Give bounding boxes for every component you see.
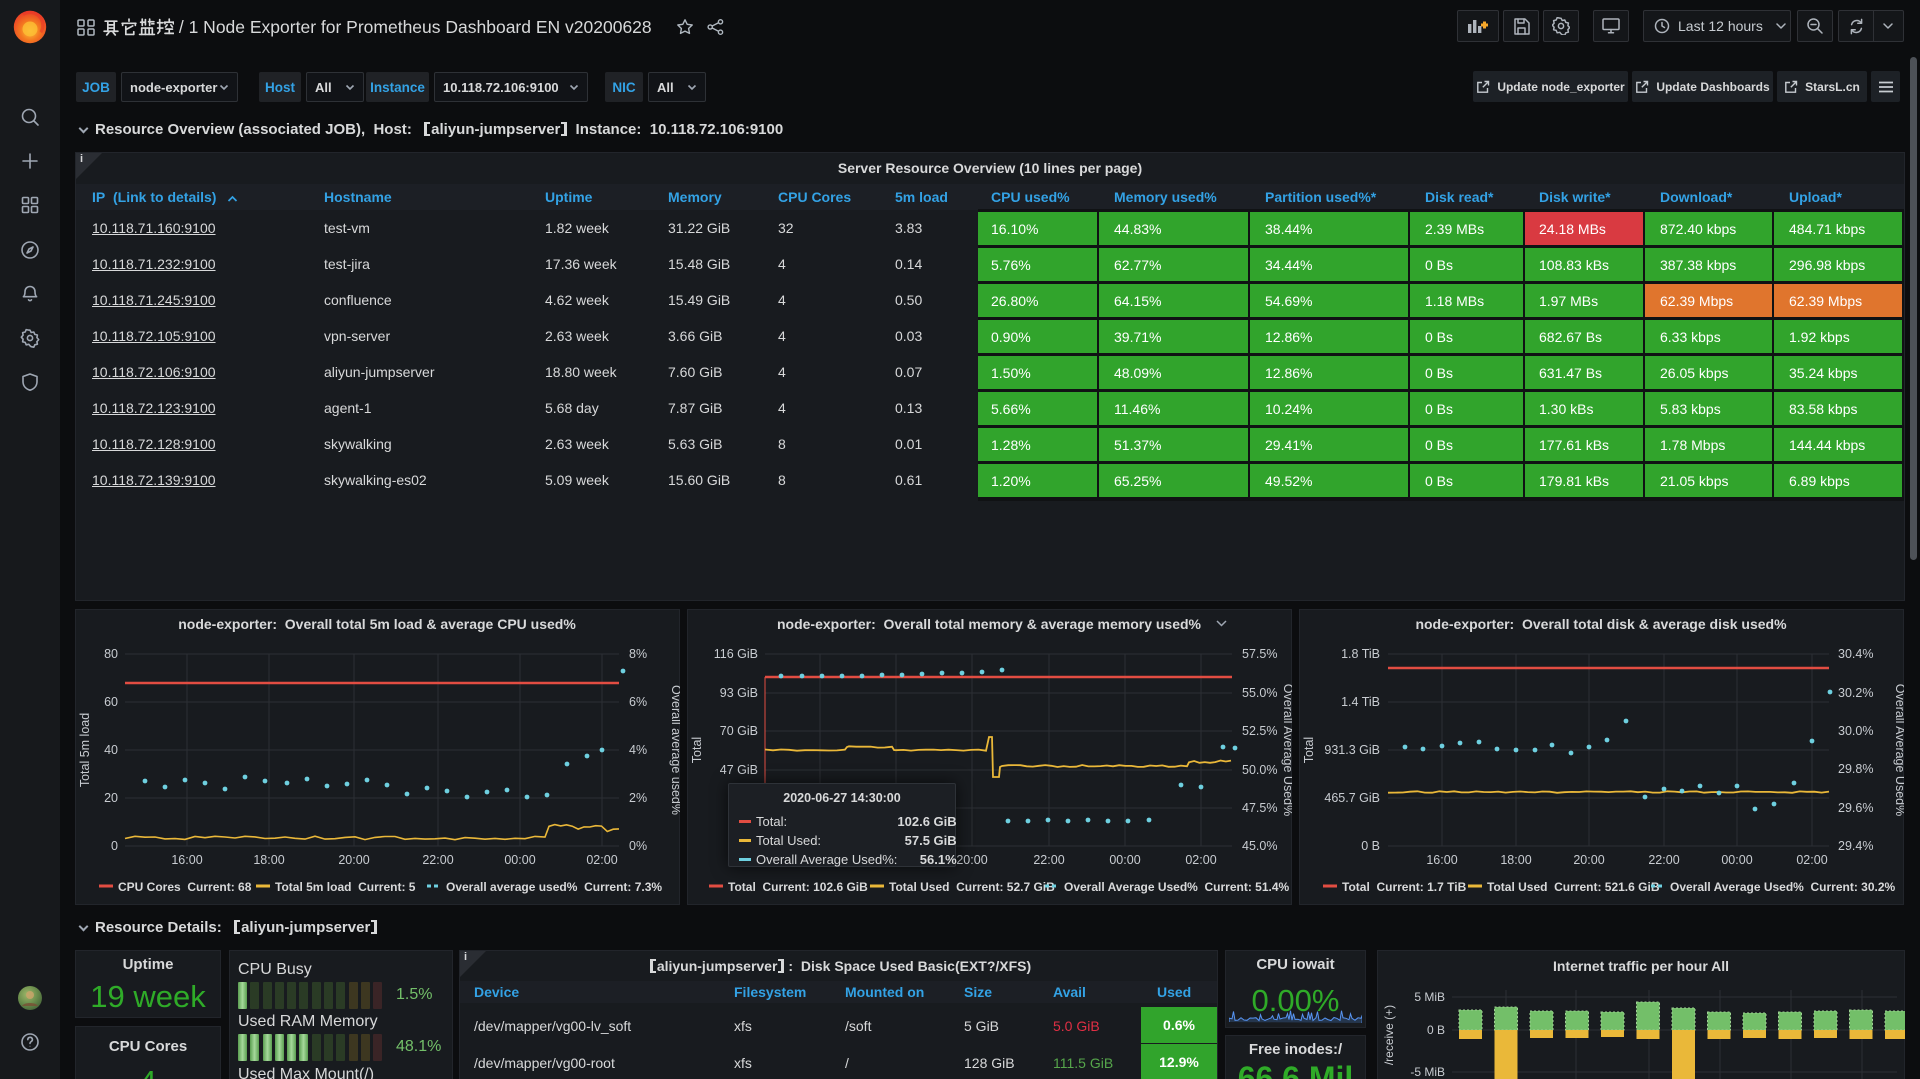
svg-text:Overall Average Used%: Overall Average Used% (1281, 684, 1292, 816)
svg-text:29.6%: 29.6% (1838, 801, 1873, 815)
svg-text:1.4 TiB: 1.4 TiB (1341, 695, 1380, 709)
svg-text:4%: 4% (629, 743, 647, 757)
svg-text:22:00: 22:00 (1648, 853, 1679, 867)
svg-text:16:00: 16:00 (1426, 853, 1457, 867)
svg-text:8%: 8% (629, 647, 647, 661)
svg-text:node-exporter: Overall total: node-exporter: Overall total 5m load & a… (178, 616, 576, 632)
svg-text:Total Current: 102.6 GiB: Total Current: 102.6 GiB (728, 880, 868, 894)
svg-text:Total: Total (690, 737, 704, 763)
svg-text:0%: 0% (629, 839, 647, 853)
svg-text:30.0%: 30.0% (1838, 724, 1873, 738)
svg-text:116 GiB: 116 GiB (714, 647, 758, 661)
svg-text:Overall Average Used% Current: Overall Average Used% Current: 30.2% (1670, 880, 1896, 894)
svg-text:1.8 TiB: 1.8 TiB (1341, 647, 1380, 661)
svg-text:Overall Average Used% Current: Overall Average Used% Current: 51.4% (1064, 880, 1290, 894)
svg-text:30.2%: 30.2% (1838, 686, 1873, 700)
svg-text:02:00: 02:00 (586, 853, 617, 867)
svg-text:45.0%: 45.0% (1242, 839, 1277, 853)
svg-text:22:00: 22:00 (1033, 853, 1064, 867)
svg-text:2%: 2% (629, 791, 647, 805)
svg-text:40: 40 (104, 743, 118, 757)
svg-text:Total: Total (1302, 737, 1316, 763)
svg-text:29.4%: 29.4% (1838, 839, 1873, 853)
svg-text:931.3 GiB: 931.3 GiB (1324, 743, 1380, 757)
svg-text:02:00: 02:00 (1796, 853, 1827, 867)
svg-text:52.5%: 52.5% (1242, 724, 1277, 738)
svg-text:0 B: 0 B (1361, 839, 1380, 853)
svg-text:5 MiB: 5 MiB (1414, 990, 1445, 1004)
svg-text:29.8%: 29.8% (1838, 762, 1873, 776)
svg-text:node-exporter: Overall total: node-exporter: Overall total memory & av… (777, 616, 1202, 632)
svg-text:57.5%: 57.5% (1242, 647, 1277, 661)
svg-text:Total Used Current: 52.7 GiB: Total Used Current: 52.7 GiB (889, 880, 1055, 894)
svg-text:60: 60 (104, 695, 118, 709)
svg-text:18:00: 18:00 (253, 853, 284, 867)
svg-text:Total 5m load: Total 5m load (78, 713, 92, 787)
svg-text:16:00: 16:00 (171, 853, 202, 867)
svg-text:00:00: 00:00 (1721, 853, 1752, 867)
svg-text:50.0%: 50.0% (1242, 763, 1277, 777)
svg-text:00:00: 00:00 (504, 853, 535, 867)
svg-text:55.0%: 55.0% (1242, 686, 1277, 700)
svg-text:93 GiB: 93 GiB (720, 686, 758, 700)
svg-text:22:00: 22:00 (422, 853, 453, 867)
svg-text:47.5%: 47.5% (1242, 801, 1277, 815)
svg-text:0 B: 0 B (1427, 1023, 1445, 1037)
svg-text:/receive (+): /receive (+) (1382, 1005, 1396, 1065)
svg-text:00:00: 00:00 (1109, 853, 1140, 867)
svg-text:CPU Cores Current: 68: CPU Cores Current: 68 (118, 880, 252, 894)
svg-text:Total 5m load Current: 5: Total 5m load Current: 5 (275, 880, 416, 894)
svg-text:70 GiB: 70 GiB (720, 724, 758, 738)
svg-text:-5 MiB: -5 MiB (1410, 1065, 1445, 1079)
svg-text:20:00: 20:00 (338, 853, 369, 867)
svg-text:6%: 6% (629, 695, 647, 709)
svg-text:node-exporter: Overall total: node-exporter: Overall total disk & aver… (1415, 616, 1787, 632)
svg-text:Overall average used%: Overall average used% (669, 685, 680, 815)
svg-text:465.7 GiB: 465.7 GiB (1324, 791, 1380, 805)
svg-text:0: 0 (111, 839, 118, 853)
svg-text:Total Used Current: 521.6 GiB: Total Used Current: 521.6 GiB (1487, 880, 1660, 894)
svg-text:20: 20 (104, 791, 118, 805)
svg-text:80: 80 (104, 647, 118, 661)
svg-text:47 GiB: 47 GiB (720, 763, 758, 777)
svg-text:18:00: 18:00 (1500, 853, 1531, 867)
svg-text:02:00: 02:00 (1185, 853, 1216, 867)
svg-text:30.4%: 30.4% (1838, 647, 1873, 661)
svg-text:20:00: 20:00 (956, 853, 987, 867)
svg-text:Overall Average Used%: Overall Average Used% (1893, 684, 1904, 816)
svg-text:20:00: 20:00 (1573, 853, 1604, 867)
svg-text:Overall average used% Current: Overall average used% Current: 7.3% (446, 880, 662, 894)
svg-text:Total Current: 1.7 TiB: Total Current: 1.7 TiB (1342, 880, 1467, 894)
